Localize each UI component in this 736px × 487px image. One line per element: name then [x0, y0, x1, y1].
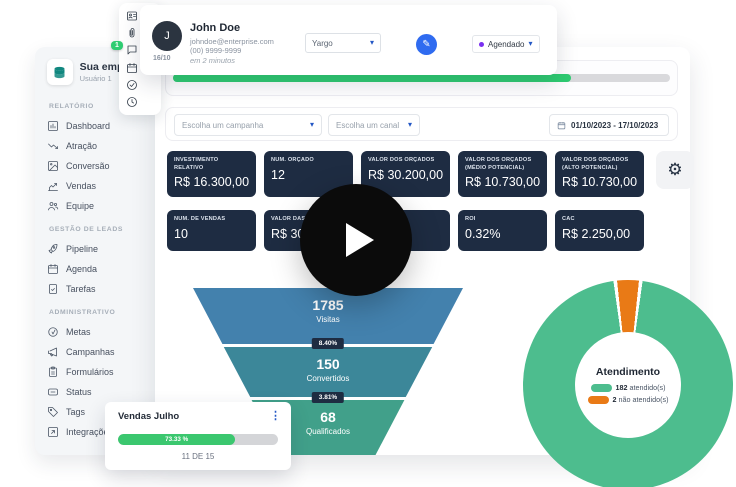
edit-button[interactable]: ✎ [416, 34, 437, 55]
calendar-icon [557, 121, 566, 130]
sidebar-item-pipeline[interactable]: Pipeline [47, 239, 145, 259]
vendas-julho-card: Vendas Julho ⋮ 73.33 % 11 DE 15 [105, 402, 291, 470]
section-administrativo: ADMINISTRATIVO [49, 309, 145, 316]
pipeline-icon [47, 243, 59, 255]
funnel-rate-badge-2: 3.81% [312, 392, 344, 403]
kpi-investimento-relativo: INVESTIMENTO RELATIVO R$ 16.300,00 [167, 151, 256, 197]
forms-icon [47, 366, 59, 378]
donut-chart: Atendimento 182 atendido(s) 2 não atendi… [523, 280, 733, 487]
vendas-progress-subtitle: 11 DE 15 [105, 452, 291, 461]
vendas-progress-track: 73.33 % [118, 434, 278, 445]
campaigns-icon [47, 346, 59, 358]
chevron-down-icon: ▾ [408, 121, 412, 129]
integrations-icon [47, 426, 59, 438]
tags-icon [47, 406, 59, 418]
legend-swatch-green [591, 384, 612, 392]
contact-date: 16/10 [153, 55, 171, 62]
card-title: Vendas Julho [118, 411, 179, 422]
notification-badge: 1 [111, 41, 123, 50]
page: Sua empresa Usuário 1 RELATÓRIO Dashboar… [0, 0, 736, 487]
contact-name: John Doe [190, 22, 240, 34]
settings-button[interactable]: ⚙ [656, 151, 694, 189]
kpi-row-1: INVESTIMENTO RELATIVO R$ 16.300,00 NUM. … [167, 151, 694, 197]
id-card-icon[interactable] [126, 10, 138, 22]
avatar: J [152, 21, 182, 51]
filter-bar: Escolha um campanha ▾ Escolha um canal ▾… [165, 107, 678, 141]
video-play-button[interactable] [300, 184, 412, 296]
sidebar-item-metas[interactable]: Metas [47, 322, 145, 342]
gear-icon: ⚙ [667, 160, 682, 180]
kpi-num-de-vendas: NUM. DE VENDAS 10 [167, 210, 256, 251]
date-range-picker[interactable]: 01/10/2023 - 17/10/2023 [549, 114, 669, 136]
status-icon [47, 386, 59, 398]
dashboard-icon [47, 120, 59, 132]
chevron-down-icon: ▾ [370, 39, 374, 47]
top-progress-track [173, 74, 670, 82]
funnel-segment-convertidos: 150 Convertidos [193, 347, 463, 397]
sidebar-item-campanhas[interactable]: Campanhas [47, 342, 145, 362]
contact-email: johndoe@enterprise.com [190, 37, 274, 46]
kpi-valor-orcados-medio-potencial: VALOR DOS ORÇADOS (MÉDIO POTENCIAL) R$ 1… [458, 151, 547, 197]
kpi-roi: ROI 0.32% [458, 210, 547, 251]
kpi-cac: CAC R$ 2.250,00 [555, 210, 644, 251]
chat-icon[interactable] [126, 44, 138, 56]
sidebar-item-formularios[interactable]: Formulários [47, 362, 145, 382]
agenda-icon [47, 263, 59, 275]
sidebar-item-equipe[interactable]: Equipe [47, 196, 145, 216]
kebab-menu-icon[interactable]: ⋮ [270, 409, 281, 422]
channel-select[interactable]: Escolha um canal ▾ [328, 114, 420, 136]
sidebar-item-atracao[interactable]: Atração [47, 136, 145, 156]
status-dropdown[interactable]: Agendado ▾ [472, 35, 540, 53]
campaign-select[interactable]: Escolha um campanha ▾ [174, 114, 322, 136]
check-circle-icon[interactable] [126, 79, 138, 91]
attraction-icon [47, 140, 59, 152]
chevron-down-icon: ▾ [310, 121, 314, 129]
sidebar-item-tarefas[interactable]: Tarefas [47, 279, 145, 299]
legend-item-atendidos: 182 atendido(s) [591, 383, 666, 392]
contact-phone: (00) 9999-9999 [190, 46, 241, 55]
chevron-down-icon: ▾ [528, 40, 532, 48]
sidebar-item-agenda[interactable]: Agenda [47, 259, 145, 279]
sales-icon [47, 180, 59, 192]
legend-swatch-orange [588, 396, 609, 404]
contact-card: J 16/10 John Doe johndoe@enterprise.com … [140, 5, 557, 75]
donut-center: Atendimento 182 atendido(s) 2 não atendi… [575, 332, 681, 438]
legend-item-nao-atendidos: 2 não atendido(s) [588, 395, 669, 404]
paperclip-icon[interactable] [126, 27, 138, 39]
vendas-progress-fill: 73.33 % [118, 434, 235, 445]
pencil-icon: ✎ [422, 39, 430, 50]
goals-icon [47, 326, 59, 338]
vendas-progress-label: 73.33 % [165, 436, 188, 443]
top-progress-fill [173, 74, 571, 82]
owner-select[interactable]: Yargo ▾ [305, 33, 381, 53]
clock-icon[interactable] [126, 96, 138, 108]
sidebar-item-conversao[interactable]: Conversão [47, 156, 145, 176]
donut-title: Atendimento [596, 366, 660, 378]
funnel-segment-visitas: 1785 Visitas [193, 288, 463, 344]
contact-time-note: em 2 minutos [190, 56, 235, 65]
calendar-icon[interactable] [126, 62, 138, 74]
sidebar-item-status[interactable]: Status [47, 382, 145, 402]
funnel-rate-badge-1: 8.40% [312, 338, 344, 349]
play-icon [346, 223, 374, 257]
section-gestao-de-leads: GESTÃO DE LEADS [49, 226, 145, 233]
tasks-icon [47, 283, 59, 295]
kpi-valor-orcados-alto-potencial: VALOR DOS ORÇADOS (ALTO POTENCIAL) R$ 10… [555, 151, 644, 197]
company-logo-icon [47, 59, 73, 85]
status-dot-icon [479, 42, 484, 47]
team-icon [47, 200, 59, 212]
conversion-icon [47, 160, 59, 172]
sidebar-item-vendas[interactable]: Vendas [47, 176, 145, 196]
sidebar-item-dashboard[interactable]: Dashboard [47, 116, 145, 136]
